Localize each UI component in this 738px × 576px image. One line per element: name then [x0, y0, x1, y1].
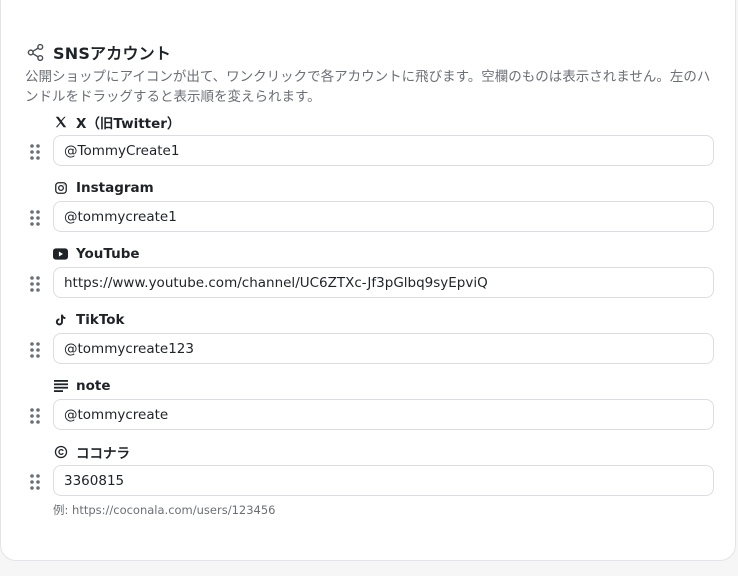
youtube-account-input[interactable] [53, 267, 714, 298]
sns-row-coconala: ココナラ [0, 442, 738, 508]
share-icon [26, 43, 45, 62]
x-icon [53, 115, 68, 130]
youtube-icon [53, 247, 68, 262]
drag-handle-icon[interactable] [29, 143, 41, 161]
coconala-account-input[interactable] [53, 465, 714, 496]
section-title: SNSアカウント [53, 44, 172, 63]
sns-row-youtube: YouTube [0, 244, 738, 310]
sns-label-text: note [76, 378, 111, 394]
instagram-account-input[interactable] [53, 201, 714, 232]
drag-handle-icon[interactable] [29, 341, 41, 359]
sns-label-x: X（旧Twitter） [53, 112, 180, 132]
coconala-icon [53, 445, 68, 460]
tiktok-icon [53, 313, 68, 328]
x-account-input[interactable] [53, 135, 714, 166]
sns-label-coconala: ココナラ [53, 442, 130, 462]
drag-handle-icon[interactable] [29, 209, 41, 227]
sns-row-note: note [0, 376, 738, 442]
sns-row-tiktok: TikTok [0, 310, 738, 376]
note-account-input[interactable] [53, 399, 714, 430]
sns-label-text: Instagram [76, 180, 154, 196]
sns-label-instagram: Instagram [53, 178, 154, 198]
instagram-icon [53, 181, 68, 196]
sns-label-text: ココナラ [76, 446, 130, 462]
sns-label-text: X（旧Twitter） [76, 116, 181, 132]
tiktok-account-input[interactable] [53, 333, 714, 364]
section-description: 公開ショップにアイコンが出て、ワンクリックで各アカウントに飛びます。空欄のものは… [25, 69, 711, 105]
sns-label-note: note [53, 376, 111, 396]
sns-label-text: TikTok [76, 312, 125, 328]
drag-handle-icon[interactable] [29, 407, 41, 425]
sns-label-tiktok: TikTok [53, 310, 124, 330]
section-header: SNSアカウント [26, 40, 171, 64]
drag-handle-icon[interactable] [29, 275, 41, 293]
drag-handle-icon[interactable] [29, 473, 41, 491]
sns-row-instagram: Instagram [0, 178, 738, 244]
sns-row-x: X（旧Twitter） [0, 112, 738, 178]
sns-label-youtube: YouTube [53, 244, 140, 264]
sns-label-text: YouTube [76, 246, 140, 262]
coconala-hint-text: 例: https://coconala.com/users/123456 [53, 503, 276, 517]
note-icon [53, 379, 68, 394]
